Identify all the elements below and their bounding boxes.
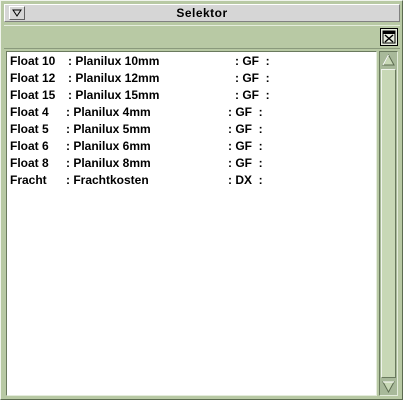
item-description: : Planilux 15mm xyxy=(68,88,160,102)
item-description: : Planilux 6mm xyxy=(66,139,151,153)
list-item[interactable]: Float 8 : Planilux 8mm : GF : xyxy=(10,155,372,172)
item-unit: : GF : xyxy=(228,122,263,136)
item-code: Float 12 xyxy=(10,71,56,85)
item-unit: : GF : xyxy=(235,54,270,68)
item-description: : Planilux 5mm xyxy=(66,122,151,136)
list-item[interactable]: Float 5 : Planilux 5mm : GF : xyxy=(10,121,372,138)
item-code: Fracht xyxy=(10,173,47,187)
item-description: : Planilux 4mm xyxy=(66,105,151,119)
vertical-scrollbar[interactable] xyxy=(379,51,398,396)
item-code: Float 4 xyxy=(10,105,49,119)
title-bar[interactable]: Selektor xyxy=(4,4,400,22)
item-unit: : GF : xyxy=(235,71,270,85)
selection-list[interactable]: Float 10 : Planilux 10mm : GF : Float 12 : P… xyxy=(6,51,377,396)
item-code: Float 8 xyxy=(10,156,49,170)
scroll-down-button[interactable] xyxy=(381,379,396,394)
list-item[interactable]: Fracht : Frachtkosten : DX : xyxy=(10,172,372,189)
item-description: : Planilux 10mm xyxy=(68,54,160,68)
scroll-up-button[interactable] xyxy=(381,53,396,68)
list-item[interactable]: Float 15 : Planilux 15mm : GF : xyxy=(10,87,372,104)
item-code: Float 10 xyxy=(10,54,56,68)
arrow-down-icon xyxy=(382,381,395,394)
item-unit: : GF : xyxy=(228,156,263,170)
item-unit: : GF : xyxy=(228,139,263,153)
close-box-icon xyxy=(382,30,396,44)
selektor-window: Selektor Float 10: Planilux 10mm: GF : Fl… xyxy=(0,0,403,400)
item-unit: : DX : xyxy=(228,173,263,187)
item-description: : Planilux 12mm xyxy=(68,71,160,85)
list-item[interactable]: Float 12 : Planilux 12mm : GF : xyxy=(10,70,372,87)
item-unit: : GF : xyxy=(228,105,263,119)
toolbar xyxy=(4,25,400,49)
list-item[interactable]: Float 4 : Planilux 4mm : GF : xyxy=(10,104,372,121)
item-code: Float 6 xyxy=(10,139,49,153)
item-description: : Frachtkosten xyxy=(66,173,149,187)
window-title: Selektor xyxy=(176,6,228,20)
item-code: Float 5 xyxy=(10,122,49,136)
item-code: Float 15 xyxy=(10,88,56,102)
item-description: : Planilux 8mm xyxy=(66,156,151,170)
list-item[interactable]: Float 10 : Planilux 10mm : GF : xyxy=(10,53,372,70)
item-unit: : GF : xyxy=(235,88,270,102)
list-item[interactable]: Float 6 : Planilux 6mm : GF : xyxy=(10,138,372,155)
close-box-button[interactable] xyxy=(380,28,398,46)
scroll-thumb[interactable] xyxy=(381,69,396,378)
arrow-up-icon xyxy=(382,53,395,66)
